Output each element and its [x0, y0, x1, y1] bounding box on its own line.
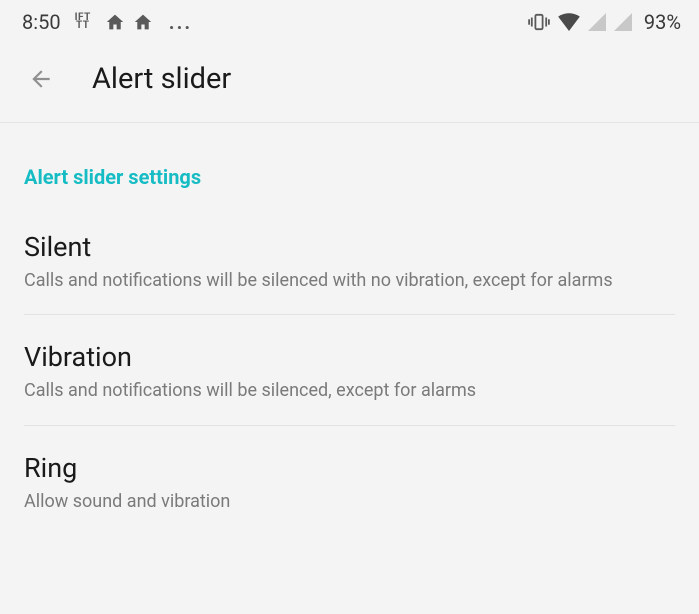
back-button[interactable]	[28, 66, 54, 92]
home-icons	[105, 13, 153, 31]
signal-icon	[614, 13, 632, 31]
setting-title: Silent	[24, 231, 675, 263]
home-icon	[133, 13, 153, 31]
wifi-icon	[558, 13, 580, 31]
setting-subtitle: Allow sound and vibration	[24, 490, 675, 513]
signal-icon	[588, 13, 606, 31]
setting-title: Vibration	[24, 341, 675, 373]
setting-subtitle: Calls and notifications will be silenced…	[24, 269, 675, 292]
page-title: Alert slider	[92, 62, 231, 96]
setting-silent[interactable]: Silent Calls and notifications will be s…	[0, 205, 699, 314]
setting-subtitle: Calls and notifications will be silenced…	[24, 379, 675, 402]
setting-ring[interactable]: Ring Allow sound and vibration	[0, 426, 699, 535]
ift-bottom: TT	[76, 22, 89, 30]
setting-vibration[interactable]: Vibration Calls and notifications will b…	[0, 315, 699, 424]
status-right: 93%	[528, 10, 681, 34]
battery-percentage: 93%	[644, 10, 681, 34]
status-time: 8:50	[22, 10, 61, 34]
home-icon	[105, 13, 125, 31]
ift-icon: IFT TT	[75, 14, 91, 30]
back-arrow-icon	[28, 66, 54, 92]
more-icon: ...	[169, 10, 192, 34]
app-bar: Alert slider	[0, 42, 699, 122]
setting-title: Ring	[24, 452, 675, 484]
section-header: Alert slider settings	[0, 123, 699, 205]
vibrate-icon	[528, 13, 550, 31]
status-bar: 8:50 IFT TT ... 93%	[0, 0, 699, 42]
status-left: 8:50 IFT TT ...	[22, 10, 192, 34]
